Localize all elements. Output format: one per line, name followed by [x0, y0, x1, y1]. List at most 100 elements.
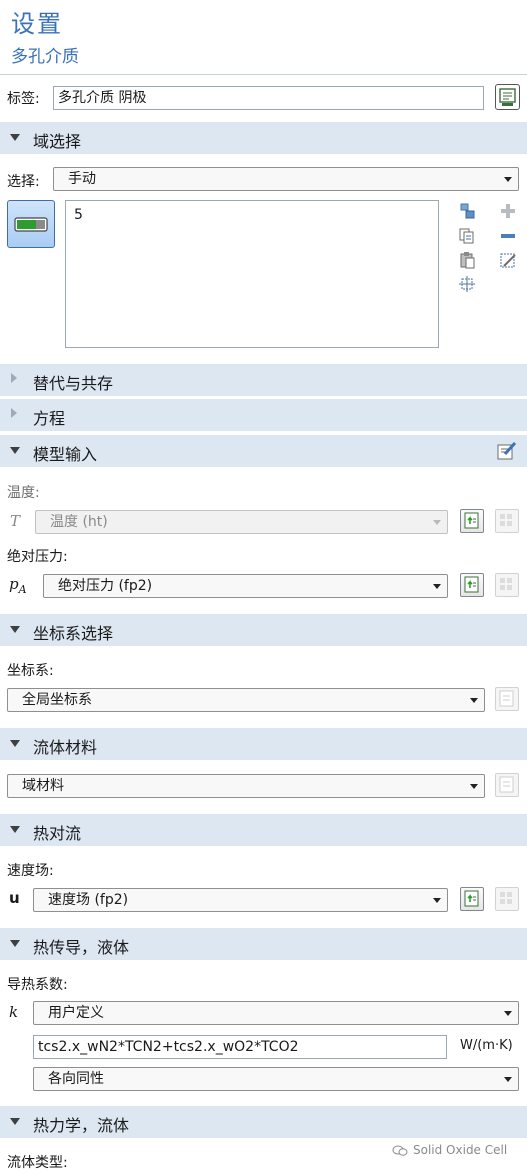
conductivity-expression-input[interactable]: tcs2.x_wN2*TCN2+tcs2.x_wO2*TCO2: [33, 1035, 447, 1059]
goto-source-icon: [464, 890, 479, 907]
goto-source-button[interactable]: [460, 887, 484, 911]
label-edit-icon: [499, 88, 516, 106]
list-item[interactable]: 5: [74, 207, 83, 223]
fluid-material-value: 域材料: [22, 778, 64, 794]
section-override[interactable]: 替代与共存: [0, 364, 527, 396]
goto-source-icon: [464, 576, 479, 593]
collapse-triangle-icon: [10, 626, 20, 633]
velocity-dropdown[interactable]: 速度场 (fp2): [33, 888, 448, 912]
page-subtitle: 多孔介质: [11, 47, 79, 67]
grid-icon: [500, 514, 512, 526]
expand-triangle-icon: [11, 408, 17, 418]
collapse-triangle-icon: [10, 940, 20, 947]
section-coordinate-system[interactable]: 坐标系选择: [0, 614, 527, 646]
coord-dropdown[interactable]: 全局坐标系: [7, 688, 485, 712]
label-caption: 标签:: [7, 91, 40, 107]
section-title: 坐标系选择: [33, 624, 114, 643]
chevron-down-icon: [470, 784, 478, 789]
section-model-input[interactable]: 模型输入: [0, 435, 527, 467]
label-edit-button[interactable]: [495, 84, 520, 110]
conductivity-mode-value: 用户定义: [48, 1005, 104, 1021]
velocity-label: 速度场:: [7, 863, 54, 879]
pressure-dropdown[interactable]: 绝对压力 (fp2): [43, 574, 448, 598]
section-heat-conduction[interactable]: 热传导，液体: [0, 928, 527, 960]
isotropy-value: 各向同性: [48, 1071, 104, 1087]
goto-source-button[interactable]: [460, 509, 484, 533]
conductivity-unit: W/(m·K): [460, 1038, 513, 1053]
pressure-label: 绝对压力:: [7, 549, 68, 565]
remove-icon[interactable]: [499, 227, 517, 245]
zoom-to-selection-icon[interactable]: [458, 275, 476, 293]
section-title: 流体材料: [33, 738, 98, 757]
conductivity-symbol: k: [9, 1003, 19, 1021]
chevron-down-icon: [433, 520, 441, 525]
selection-value: 手动: [68, 171, 96, 187]
section-domain-selection[interactable]: 域选择: [0, 122, 527, 154]
goto-source-button[interactable]: [495, 773, 519, 797]
selection-dropdown[interactable]: 手动: [53, 167, 519, 191]
chevron-down-icon: [504, 1011, 512, 1016]
goto-source-button[interactable]: [460, 573, 484, 597]
section-title: 模型输入: [33, 445, 98, 464]
selection-label: 选择:: [7, 174, 40, 190]
coord-value: 全局坐标系: [22, 692, 92, 708]
page-title: 设置: [11, 10, 63, 38]
fluid-material-dropdown[interactable]: 域材料: [7, 774, 485, 798]
paste-icon[interactable]: [458, 251, 476, 269]
collapse-triangle-icon: [10, 740, 20, 747]
collapse-triangle-icon: [10, 447, 20, 454]
expand-triangle-icon: [11, 373, 17, 383]
chevron-down-icon: [504, 1077, 512, 1082]
watermark: Solid Oxide Cell: [392, 1143, 507, 1157]
temperature-value: 温度 (ht): [50, 514, 108, 530]
section-title: 域选择: [33, 132, 82, 151]
goto-source-icon: [499, 690, 514, 707]
velocity-symbol: u: [9, 889, 20, 907]
section-title: 热传导，液体: [33, 938, 130, 957]
add-icon[interactable]: [499, 202, 517, 220]
activate-selection-toggle[interactable]: [7, 200, 55, 248]
isotropy-dropdown[interactable]: 各向同性: [33, 1067, 519, 1091]
conductivity-mode-dropdown[interactable]: 用户定义: [33, 1001, 519, 1025]
chevron-down-icon: [433, 898, 441, 903]
section-title: 替代与共存: [33, 374, 114, 393]
domain-list[interactable]: 5: [65, 200, 439, 348]
chevron-down-icon: [470, 698, 478, 703]
section-heat-convection[interactable]: 热对流: [0, 814, 527, 846]
grid-icon: [500, 578, 512, 590]
section-title: 热力学，流体: [33, 1116, 130, 1135]
temperature-symbol: T: [10, 512, 21, 530]
goto-source-icon: [499, 776, 514, 793]
temperature-dropdown[interactable]: 温度 (ht): [35, 510, 448, 534]
clear-selection-icon[interactable]: [499, 251, 517, 269]
divider: [0, 74, 527, 75]
section-equation[interactable]: 方程: [0, 399, 527, 431]
goto-source-icon: [464, 512, 479, 529]
watermark-text: Solid Oxide Cell: [413, 1143, 508, 1157]
section-title: 方程: [33, 409, 66, 428]
section-fluid-material[interactable]: 流体材料: [0, 728, 527, 760]
velocity-value: 速度场 (fp2): [48, 892, 129, 908]
select-paste-icon[interactable]: [458, 202, 476, 220]
section-title: 热对流: [33, 824, 82, 843]
pressure-value: 绝对压力 (fp2): [58, 578, 153, 594]
copy-icon[interactable]: [458, 227, 476, 245]
temperature-label: 温度:: [7, 485, 40, 501]
wechat-icon: [392, 1145, 408, 1156]
create-variable-button[interactable]: [495, 509, 519, 533]
label-input[interactable]: 多孔介质 阴极: [53, 86, 484, 110]
coord-label: 坐标系:: [7, 663, 54, 679]
create-variable-button[interactable]: [495, 573, 519, 597]
grid-icon: [500, 892, 512, 904]
conductivity-label: 导热系数:: [7, 977, 68, 993]
chevron-down-icon: [504, 177, 512, 182]
section-thermodynamics[interactable]: 热力学，流体: [0, 1106, 527, 1138]
fluid-type-label: 流体类型:: [7, 1155, 68, 1171]
goto-source-button[interactable]: [495, 687, 519, 711]
pressure-symbol: pA: [9, 575, 27, 596]
collapse-triangle-icon: [10, 134, 20, 141]
create-variable-button[interactable]: [495, 887, 519, 911]
collapse-triangle-icon: [10, 826, 20, 833]
edit-model-input-icon[interactable]: [496, 440, 518, 462]
collapse-triangle-icon: [10, 1118, 20, 1125]
